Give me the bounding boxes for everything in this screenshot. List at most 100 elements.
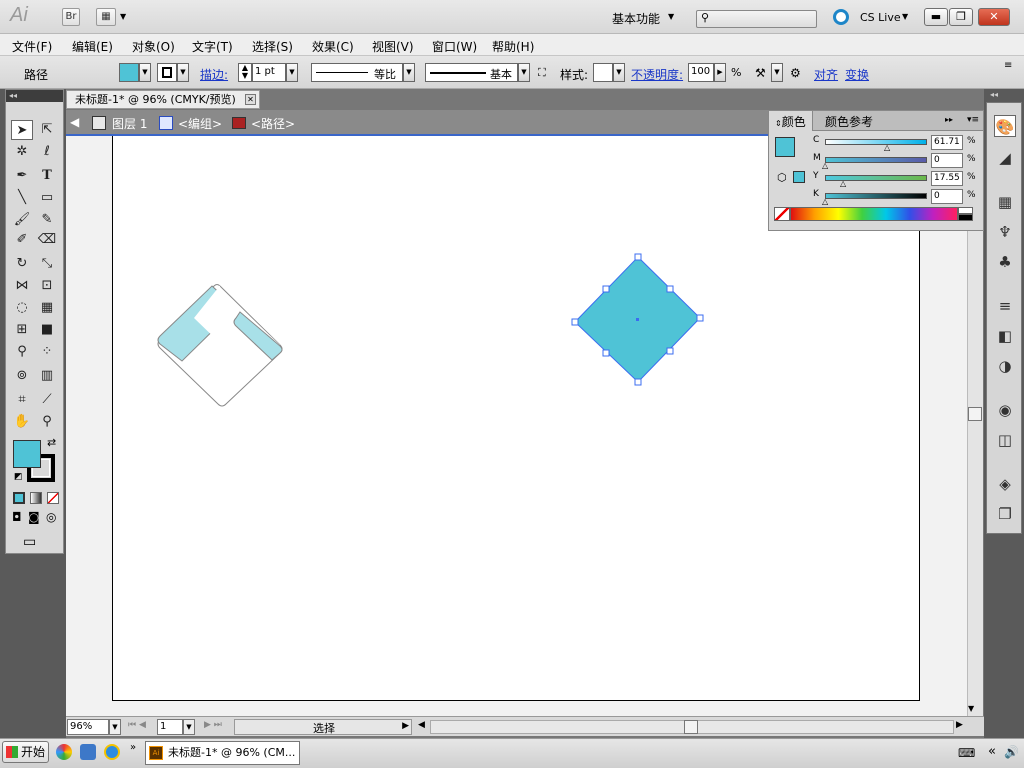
recolor-icon[interactable]: ⛶: [538, 66, 546, 80]
magenta-slider[interactable]: [825, 157, 927, 163]
appearance-icon[interactable]: ◉: [994, 399, 1016, 421]
document-tab[interactable]: 未标题-1* @ 96% (CMYK/预览) ✕: [66, 90, 260, 109]
yellow-input[interactable]: 17.55: [931, 171, 963, 186]
ie-icon[interactable]: [104, 744, 120, 760]
selection-tool-icon[interactable]: ➤: [11, 120, 33, 140]
white-swatch[interactable]: [958, 207, 973, 214]
graphic-styles-icon[interactable]: ◫: [994, 429, 1016, 451]
menu-edit[interactable]: 编辑(E): [72, 38, 113, 55]
scale-tool-icon[interactable]: ⤡: [36, 254, 58, 274]
color-mode-icon[interactable]: [13, 492, 25, 504]
rectangle-tool-icon[interactable]: ▭: [36, 188, 58, 208]
select-similar-icon[interactable]: ⚒: [755, 66, 766, 80]
stroke-stepper[interactable]: ▲ ▼: [238, 63, 252, 82]
chevron-down-icon[interactable]: ▼: [403, 63, 415, 82]
restore-button[interactable]: ❐: [949, 8, 973, 26]
black-slider-thumb[interactable]: △: [822, 197, 828, 206]
color-spectrum[interactable]: [790, 207, 958, 221]
swatches-icon[interactable]: ▦: [994, 191, 1016, 213]
scroll-left-icon[interactable]: ◀: [418, 720, 425, 730]
status-menu[interactable]: 选择 ▶: [234, 719, 412, 735]
cslive-icon[interactable]: [833, 9, 849, 25]
panel-fill-swatch[interactable]: [775, 137, 795, 157]
eraser-tool-icon[interactable]: ⌫: [36, 230, 58, 250]
fill-color-front[interactable]: [13, 440, 41, 468]
out-of-web-gamut-icon[interactable]: ⬡: [777, 171, 787, 184]
document-setup-icon[interactable]: ⚙: [790, 66, 801, 80]
menu-type[interactable]: 文字(T): [192, 38, 233, 55]
cyan-slider[interactable]: [825, 139, 927, 145]
cyan-slider-thumb[interactable]: △: [884, 143, 890, 152]
none-swatch[interactable]: [774, 207, 790, 221]
shape-builder-tool-icon[interactable]: ◌: [11, 298, 33, 318]
layers-icon[interactable]: ◈: [994, 473, 1016, 495]
isolation-group[interactable]: <编组>: [178, 115, 222, 132]
direct-selection-tool-icon[interactable]: ⇱: [36, 120, 58, 140]
color-guide-icon[interactable]: ◢: [994, 147, 1016, 169]
menu-window[interactable]: 窗口(W): [432, 38, 477, 55]
opacity-input[interactable]: 100: [688, 63, 714, 82]
chevron-down-icon[interactable]: ▼: [120, 12, 126, 21]
symbols-icon[interactable]: ♣: [994, 251, 1016, 273]
selected-diamond[interactable]: [571, 253, 704, 386]
keyboard-icon[interactable]: ⌨: [958, 746, 975, 760]
zoom-tool-icon[interactable]: ⚲: [36, 412, 58, 432]
menu-view[interactable]: 视图(V): [372, 38, 414, 55]
draw-behind-icon[interactable]: ◙: [28, 510, 40, 524]
magic-wand-tool-icon[interactable]: ✲: [11, 142, 33, 162]
gradient-mode-icon[interactable]: [30, 492, 42, 504]
horizontal-scroll-thumb[interactable]: [684, 720, 698, 734]
graphic-style-swatch[interactable]: [593, 63, 613, 82]
chevron-down-icon[interactable]: ▼: [109, 719, 121, 735]
variable-width-profile[interactable]: 等比: [311, 63, 403, 82]
collapse-panel-icon[interactable]: ▸▸: [939, 113, 959, 133]
isolation-path[interactable]: <路径>: [251, 115, 295, 132]
screen-mode-icon[interactable]: ▭: [23, 534, 36, 550]
menu-select[interactable]: 选择(S): [252, 38, 293, 55]
mesh-tool-icon[interactable]: ⊞: [11, 320, 33, 340]
menu-object[interactable]: 对象(O): [132, 38, 175, 55]
transparency-icon[interactable]: ◑: [994, 355, 1016, 377]
minimize-button[interactable]: ▬: [924, 8, 948, 26]
workspace-switcher[interactable]: 基本功能: [612, 10, 660, 27]
artboard-tool-icon[interactable]: ⌗: [11, 390, 33, 410]
menu-effect[interactable]: 效果(C): [312, 38, 354, 55]
volume-icon[interactable]: 🔊: [1004, 745, 1019, 759]
chevron-down-icon[interactable]: ▼: [668, 12, 674, 21]
brush-definition[interactable]: 基本: [425, 63, 518, 82]
color-panel-icon[interactable]: 🎨: [994, 115, 1016, 137]
chevron-down-icon[interactable]: ▼: [771, 63, 783, 82]
fill-swatch[interactable]: [119, 63, 139, 82]
tab-color-guide[interactable]: 颜色参考: [819, 111, 879, 131]
line-tool-icon[interactable]: ╲: [11, 188, 33, 208]
app-launcher-icon[interactable]: [80, 744, 96, 760]
chevron-right-icon[interactable]: ▶: [714, 63, 726, 82]
cslive-menu[interactable]: CS Live: [860, 11, 901, 24]
chevron-down-icon[interactable]: ▼: [613, 63, 625, 82]
gradient-tool-icon[interactable]: ■: [36, 320, 58, 340]
more-apps-icon[interactable]: »: [130, 742, 136, 753]
paintbrush-tool-icon[interactable]: 🖌: [11, 210, 33, 230]
stroke-label[interactable]: 描边:: [200, 66, 228, 83]
draw-inside-icon[interactable]: ◎: [46, 510, 56, 524]
start-button[interactable]: 开始: [2, 741, 49, 763]
isolation-layer[interactable]: 图层 1: [112, 115, 147, 132]
stroke-swatch[interactable]: [157, 63, 177, 82]
artboard-input[interactable]: 1: [157, 719, 183, 735]
menu-file[interactable]: 文件(F): [12, 38, 52, 55]
default-colors-icon[interactable]: ◩: [14, 472, 23, 482]
toolbox-collapse-icon[interactable]: ◂◂: [6, 90, 63, 102]
type-tool-icon[interactable]: T: [36, 166, 58, 186]
rotate-tool-icon[interactable]: ↻: [11, 254, 33, 274]
chevron-down-icon[interactable]: ▼: [139, 63, 151, 82]
expand-panels-icon[interactable]: ◂◂: [990, 90, 998, 99]
browser-icon[interactable]: [56, 744, 72, 760]
scroll-right-icon[interactable]: ▶: [956, 720, 963, 730]
back-arrow-icon[interactable]: ◀: [70, 115, 79, 129]
close-button[interactable]: ✕: [978, 8, 1010, 26]
width-tool-icon[interactable]: ⋈: [11, 276, 33, 296]
panel-menu-icon[interactable]: ▾≡: [961, 113, 985, 133]
none-mode-icon[interactable]: [47, 492, 59, 504]
draw-normal-icon[interactable]: ◘: [12, 510, 22, 524]
scroll-thumb[interactable]: [968, 407, 982, 421]
